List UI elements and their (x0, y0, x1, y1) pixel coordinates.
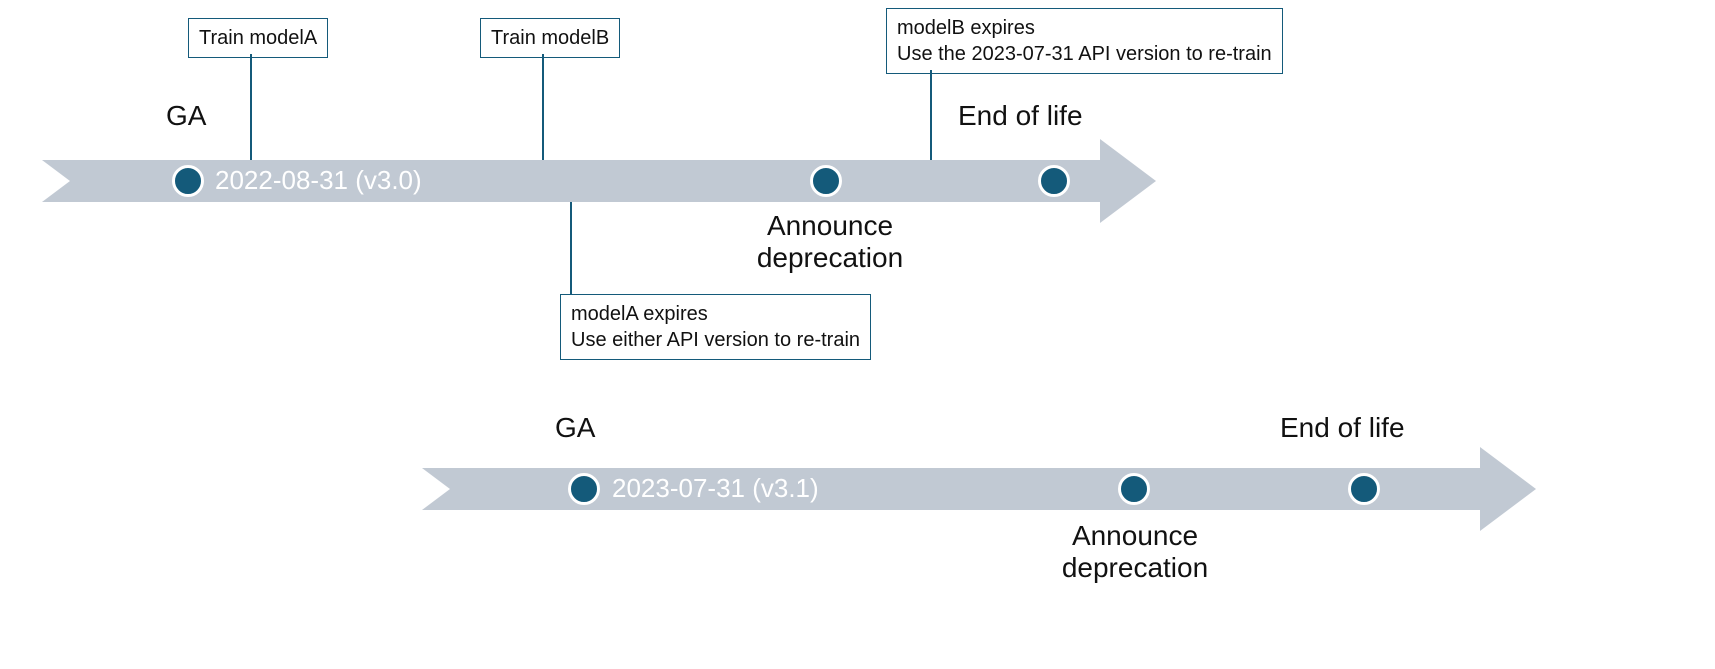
timeline2-tail (422, 468, 450, 510)
callout-modelB-expires-l1: modelB expires (897, 17, 1035, 39)
timeline2-dot-ga (568, 473, 600, 505)
callout-modelA-expires: modelA expires Use either API version to… (560, 294, 871, 360)
timeline2-announce-label: Announce deprecation (1050, 520, 1220, 584)
callout-modelB-expires-l2: Use the 2023-07-31 API version to re-tra… (897, 43, 1272, 65)
callout-modelA-expires-l1: modelA expires (571, 303, 708, 325)
callout-modelB-expires: modelB expires Use the 2023-07-31 API ve… (886, 8, 1283, 74)
connector-modelB-expires (930, 70, 932, 160)
connector-modelA-expires (570, 202, 572, 294)
timeline2-eol-label: End of life (1280, 412, 1405, 444)
timeline1-ga-label: GA (166, 100, 206, 132)
timeline2-ga-label: GA (555, 412, 595, 444)
timeline1-announce-l2: deprecation (757, 242, 903, 273)
timeline1-dot-ga (172, 165, 204, 197)
callout-train-modelB: Train modelB (480, 18, 620, 58)
callout-train-modelA: Train modelA (188, 18, 328, 58)
callout-modelA-expires-l2: Use either API version to re-train (571, 329, 860, 351)
timeline1-version-label: 2022-08-31 (v3.0) (215, 165, 422, 196)
connector-train-modelA (250, 54, 252, 160)
diagram-stage: 2022-08-31 (v3.0) GA Announce deprecatio… (0, 0, 1715, 669)
connector-train-modelB (542, 54, 544, 160)
timeline1-head (1100, 139, 1156, 223)
timeline1-dot-announce (810, 165, 842, 197)
timeline1-announce-label: Announce deprecation (745, 210, 915, 274)
timeline2-head (1480, 447, 1536, 531)
timeline2-version-label: 2023-07-31 (v3.1) (612, 473, 819, 504)
timeline2-dot-eol (1348, 473, 1380, 505)
timeline2-body (450, 468, 1480, 510)
timeline2-dot-announce (1118, 473, 1150, 505)
timeline1-tail (42, 160, 70, 202)
timeline1-announce-l1: Announce (767, 210, 893, 241)
timeline1-eol-label: End of life (958, 100, 1083, 132)
timeline2-announce-l1: Announce (1072, 520, 1198, 551)
timeline2-announce-l2: deprecation (1062, 552, 1208, 583)
timeline1-dot-eol (1038, 165, 1070, 197)
